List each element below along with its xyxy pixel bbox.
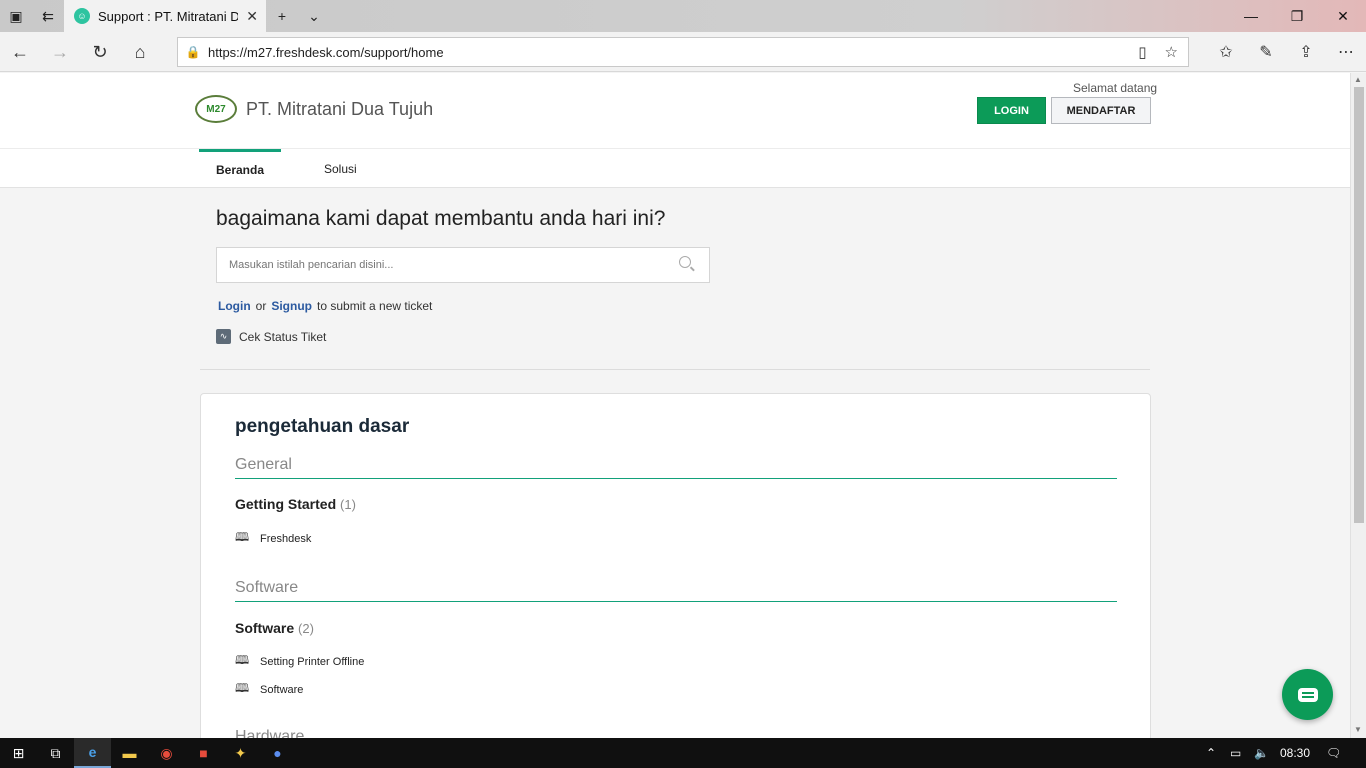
tab-beranda[interactable]: Beranda — [199, 149, 282, 188]
favorite-star-icon[interactable]: ☆ — [1165, 43, 1178, 61]
refresh-icon[interactable]: ↻ — [80, 36, 120, 68]
article-link[interactable]: 🕮 Freshdesk — [235, 528, 311, 549]
home-icon[interactable]: ⌂ — [120, 36, 160, 68]
favorites-hub-icon[interactable]: ✩ — [1206, 36, 1246, 68]
scroll-up-arrow-icon[interactable]: ▲ — [1354, 75, 1362, 84]
category-title[interactable]: Software — [235, 579, 298, 597]
scrollbar-thumb[interactable] — [1354, 87, 1364, 523]
signup-button[interactable]: MENDAFTAR — [1051, 97, 1151, 124]
forward-arrow-icon[interactable]: → — [40, 36, 80, 68]
kb-title: pengetahuan dasar — [235, 416, 410, 437]
task-view-icon[interactable]: ⧉ — [37, 738, 74, 768]
volume-icon[interactable]: 🔈 — [1254, 738, 1269, 768]
submit-ticket-text: to submit a new ticket — [317, 299, 433, 313]
web-note-pen-icon[interactable]: ✎ — [1246, 36, 1286, 68]
lock-icon: 🔒 — [185, 45, 201, 59]
folder-count: (2) — [298, 621, 314, 636]
login-button[interactable]: LOGIN — [977, 97, 1046, 124]
signup-link[interactable]: Signup — [271, 299, 312, 313]
back-arrow-icon[interactable]: ← — [0, 36, 40, 68]
knowledge-base-card: pengetahuan dasar General Getting Starte… — [200, 393, 1151, 738]
app-red-icon[interactable]: ■ — [185, 738, 222, 768]
article-title[interactable]: Setting Printer Offline — [260, 656, 364, 668]
close-tab-icon[interactable]: ✕ — [246, 8, 258, 25]
chat-widget-button[interactable] — [1282, 669, 1333, 720]
address-bar[interactable]: 🔒 https://m27.freshdesk.com/support/home… — [177, 37, 1189, 67]
article-title[interactable]: Freshdesk — [260, 533, 311, 545]
tab-title: Support : PT. Mitratani Dua Tujuh — [98, 8, 238, 24]
windows-start-icon[interactable]: ⊞ — [0, 738, 37, 768]
article-title[interactable]: Software — [260, 684, 303, 696]
set-aside-tabs-icon[interactable]: ⇇ — [32, 0, 64, 32]
company-logo[interactable]: M27 — [195, 95, 237, 123]
logo-text: M27 — [206, 103, 226, 115]
tab-manager-icon[interactable]: ▣ — [0, 0, 32, 32]
submit-ticket-line: Login or Signup to submit a new ticket — [218, 299, 432, 313]
check-ticket-status-link[interactable]: ∿ Cek Status Tiket — [216, 329, 326, 344]
portal-nav-tabs: Beranda Solusi — [0, 148, 1350, 188]
section-divider — [200, 369, 1150, 370]
freshdesk-favicon-icon: ☺ — [74, 8, 90, 24]
site-header: M27 PT. Mitratani Dua Tujuh Selamat data… — [0, 73, 1350, 148]
close-window-icon[interactable]: ✕ — [1320, 0, 1366, 32]
restore-icon[interactable]: ❐ — [1274, 0, 1320, 32]
url-text[interactable]: https://m27.freshdesk.com/support/home — [208, 45, 444, 60]
network-icon[interactable]: ▭ — [1230, 738, 1241, 768]
tab-solusi[interactable]: Solusi — [324, 149, 357, 188]
page-scrollbar[interactable]: ▲ ▼ — [1350, 73, 1366, 738]
folder-count: (1) — [340, 497, 356, 512]
tab-list-chevron-icon[interactable]: ⌄ — [298, 0, 330, 32]
folder-title[interactable]: Software (2) — [235, 620, 314, 636]
more-menu-icon[interactable]: ⋯ — [1326, 36, 1366, 68]
windows-taskbar: ⊞ ⧉ e ▬ ◉ ■ ✦ ● ⌃ ▭ 🔈 08:30 🗨 — [0, 738, 1366, 768]
reading-view-icon[interactable]: ▯ — [1138, 43, 1146, 61]
notification-center-icon[interactable]: 🗨 — [1326, 738, 1341, 768]
category-title[interactable]: General — [235, 456, 292, 474]
address-toolbar: ← → ↻ ⌂ 🔒 https://m27.freshdesk.com/supp… — [0, 32, 1366, 72]
article-link[interactable]: 🕮 Software — [235, 679, 303, 700]
scroll-down-arrow-icon[interactable]: ▼ — [1354, 725, 1362, 734]
article-link[interactable]: 🕮 Setting Printer Offline — [235, 651, 364, 672]
minimize-icon[interactable]: — — [1228, 0, 1274, 32]
file-explorer-icon[interactable]: ▬ — [111, 738, 148, 768]
chrome-icon[interactable]: ◉ — [148, 738, 185, 768]
web-page: M27 PT. Mitratani Dua Tujuh Selamat data… — [0, 73, 1350, 738]
search-icon[interactable] — [679, 256, 691, 268]
category-underline — [235, 478, 1117, 479]
page-title: bagaimana kami dapat membantu anda hari … — [216, 207, 666, 230]
app-yellow-icon[interactable]: ✦ — [222, 738, 259, 768]
or-text: or — [255, 299, 267, 313]
browser-tab-bar: ▣ ⇇ ☺ Support : PT. Mitratani Dua Tujuh … — [0, 0, 1366, 32]
edge-browser-icon[interactable]: e — [74, 738, 111, 768]
welcome-text: Selamat datang — [1073, 81, 1158, 95]
search-box — [216, 247, 710, 283]
search-input[interactable] — [217, 248, 657, 282]
book-icon: 🕮 — [235, 681, 250, 695]
new-tab-icon[interactable]: + — [266, 0, 298, 32]
book-icon: 🕮 — [235, 530, 250, 544]
browser-tab[interactable]: ☺ Support : PT. Mitratani Dua Tujuh ✕ — [64, 0, 266, 32]
app-blue-icon[interactable]: ● — [259, 738, 296, 768]
book-icon: 🕮 — [235, 653, 250, 667]
company-name[interactable]: PT. Mitratani Dua Tujuh — [246, 99, 433, 120]
folder-title[interactable]: Getting Started (1) — [235, 496, 356, 512]
clock[interactable]: 08:30 — [1280, 738, 1310, 768]
tray-chevron-up-icon[interactable]: ⌃ — [1206, 738, 1216, 768]
pulse-activity-icon: ∿ — [216, 329, 231, 344]
status-label: Cek Status Tiket — [239, 329, 327, 344]
share-icon[interactable]: ⇪ — [1286, 36, 1326, 68]
chat-bubble-icon — [1297, 687, 1318, 702]
login-link[interactable]: Login — [218, 299, 251, 313]
category-underline — [235, 601, 1117, 602]
folder-name[interactable]: Getting Started — [235, 496, 336, 512]
category-title[interactable]: Hardware — [235, 728, 304, 738]
folder-name[interactable]: Software — [235, 620, 294, 636]
